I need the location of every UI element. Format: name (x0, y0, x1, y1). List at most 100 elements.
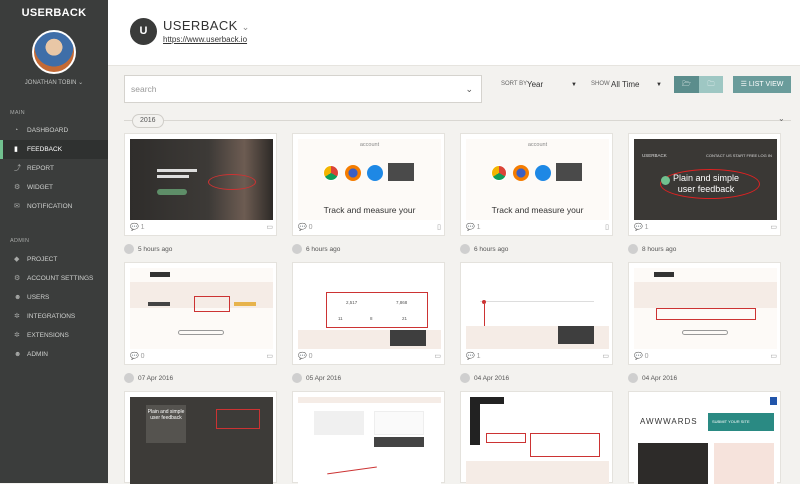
open-folder-button[interactable]: 🗁 (674, 76, 699, 93)
timestamp: 07 Apr 2016 (138, 375, 174, 382)
card-footer: 💬 1 ▭ (130, 223, 273, 233)
search-input[interactable]: search ⌄ (124, 75, 482, 103)
feedback-card[interactable]: 💬 1 ▭ (460, 262, 613, 365)
screenshot-thumbnail[interactable]: account Track and measure your (466, 139, 609, 220)
screenshot-thumbnail[interactable]: Plain and simple user feedback (130, 397, 273, 484)
thumbnail-header: account (527, 142, 548, 148)
sidebar-item-account-settings[interactable]: ⚙ ACCOUNT SETTINGS (0, 269, 108, 288)
screenshot-thumbnail[interactable] (130, 139, 273, 220)
project-logo[interactable]: U (130, 18, 157, 45)
sidebar-item-admin[interactable]: ☻ ADMIN (0, 345, 108, 364)
screenshot-thumbnail[interactable] (466, 397, 609, 484)
avatar[interactable] (32, 30, 76, 74)
users-icon: ☻ (14, 294, 22, 301)
thumbnail-brand: USERBACK (642, 153, 667, 158)
timestamp: 8 hours ago (642, 246, 677, 253)
comment-count: 0 (644, 353, 649, 360)
screenshot-thumbnail[interactable] (130, 268, 273, 349)
timestamp: 04 Apr 2016 (474, 375, 510, 382)
project-switcher[interactable]: USERBACK ⌄ (163, 18, 250, 33)
feedback-card[interactable]: 💬 1 ▭ (124, 133, 277, 236)
sidebar-item-feedback[interactable]: ▮ FEEDBACK (0, 140, 108, 159)
mobile-icon: ▯ (437, 224, 441, 231)
folder-icon: 🗀 (707, 81, 715, 88)
year-badge[interactable]: 2016 (132, 114, 164, 128)
timestamp: 5 hours ago (138, 246, 173, 253)
list-view-button[interactable]: ☰ LIST VIEW (733, 76, 791, 93)
tag-icon: ◆ (14, 256, 20, 263)
awwwards-logo: AWWWARDS (640, 417, 698, 426)
project-header: U USERBACK ⌄ https://www.userback.io (108, 0, 800, 66)
caret-down-icon: ▼ (571, 82, 577, 88)
mobile-icon: ▯ (605, 224, 609, 231)
screenshot-thumbnail[interactable]: account Track and measure your (298, 139, 441, 220)
sidebar-item-dashboard[interactable]: ◔ DASHBOARD (0, 121, 108, 140)
sidebar-item-label: ADMIN (27, 351, 48, 358)
user-avatar (292, 373, 302, 384)
sidebar-item-label: EXTENSIONS (27, 332, 69, 339)
sidebar-item-label: FEEDBACK (27, 146, 63, 153)
comment-icon: 💬 (634, 224, 643, 231)
screenshot-thumbnail[interactable]: USERBACK CONTACT US START FREE LOG IN Pl… (634, 139, 777, 220)
feedback-card[interactable]: account Track and measure your 💬 1 ▯ (460, 133, 613, 236)
dashboard-icon: ◔ (14, 127, 19, 134)
feedback-card[interactable]: 2,517 7,868 11 8 21 💬 0 ▭ (292, 262, 445, 365)
extension-popup (556, 163, 582, 181)
extensions-icon: ✲ (14, 332, 20, 339)
sidebar-item-label: PROJECT (27, 256, 58, 263)
comment-count: 1 (140, 224, 145, 231)
feedback-card[interactable]: account Track and measure your 💬 0 ▯ (292, 133, 445, 236)
feedback-card[interactable]: USERBACK CONTACT US START FREE LOG IN Pl… (628, 133, 781, 236)
show-label: SHOW (591, 81, 610, 87)
comment-count: 1 (476, 353, 481, 360)
sidebar-item-extensions[interactable]: ✲ EXTENSIONS (0, 326, 108, 345)
show-select[interactable]: All Time ▼ (611, 78, 662, 92)
sidebar-item-notification[interactable]: ✉ NOTIFICATION (0, 197, 108, 216)
feedback-card[interactable] (460, 391, 613, 484)
monitor-icon: ▭ (434, 353, 441, 360)
feedback-card[interactable] (292, 391, 445, 484)
username-menu[interactable]: JONATHAN TOBIN ⌄ (0, 79, 108, 86)
show-value: All Time (611, 80, 640, 89)
user-avatar (124, 244, 134, 255)
list-view-label: LIST VIEW (748, 81, 784, 88)
user-avatar (628, 244, 638, 255)
feedback-card[interactable]: 💬 0 ▭ (124, 262, 277, 365)
feedback-card[interactable]: AWWWARDS SUBMIT YOUR SITE (628, 391, 781, 484)
sidebar-item-label: NOTIFICATION (27, 203, 73, 210)
card-footer: 💬 0 ▭ (298, 352, 441, 362)
sidebar-item-integrations[interactable]: ✲ INTEGRATIONS (0, 307, 108, 326)
brand-logo[interactable]: USERBACK (0, 0, 108, 26)
feedback-card[interactable]: 💬 0 ▭ (628, 262, 781, 365)
project-url-link[interactable]: https://www.userback.io (163, 35, 247, 44)
user-avatar (460, 373, 470, 384)
user-avatar (460, 244, 470, 255)
folder-button[interactable]: 🗀 (699, 76, 723, 93)
chevron-down-icon: ⌄ (78, 80, 84, 86)
sidebar: USERBACK JONATHAN TOBIN ⌄ MAIN ◔ DASHBOAR… (0, 0, 108, 483)
sort-by-select[interactable]: Year ▼ (527, 78, 577, 92)
chevron-down-icon[interactable]: ⌄ (778, 114, 785, 123)
screenshot-thumbnail[interactable] (634, 268, 777, 349)
sidebar-item-project[interactable]: ◆ PROJECT (0, 250, 108, 269)
sidebar-item-users[interactable]: ☻ USERS (0, 288, 108, 307)
safari-icon (535, 165, 551, 181)
firefox-icon (345, 165, 361, 181)
card-meta: 5 hours ago (124, 244, 172, 256)
card-meta: 6 hours ago (292, 244, 340, 256)
screenshot-thumbnail[interactable] (298, 397, 441, 484)
sidebar-item-widget[interactable]: ⚙ WIDGET (0, 178, 108, 197)
folder-open-icon: 🗁 (682, 81, 691, 88)
sidebar-item-report[interactable]: ⤴ REPORT (0, 159, 108, 178)
card-footer: 💬 1 ▭ (466, 352, 609, 362)
list-icon: ☰ (740, 81, 747, 88)
screenshot-thumbnail[interactable]: 2,517 7,868 11 8 21 (298, 268, 441, 349)
integrations-icon: ✲ (14, 313, 20, 320)
thumbnail-caption: Track and measure your (323, 205, 416, 215)
comment-count: 0 (308, 224, 313, 231)
screenshot-thumbnail[interactable] (466, 268, 609, 349)
widget-icon: ⚙ (14, 184, 21, 191)
feedback-card[interactable]: Plain and simple user feedback (124, 391, 277, 484)
screenshot-thumbnail[interactable]: AWWWARDS SUBMIT YOUR SITE (634, 397, 777, 484)
card-meta: 04 Apr 2016 (460, 373, 509, 385)
